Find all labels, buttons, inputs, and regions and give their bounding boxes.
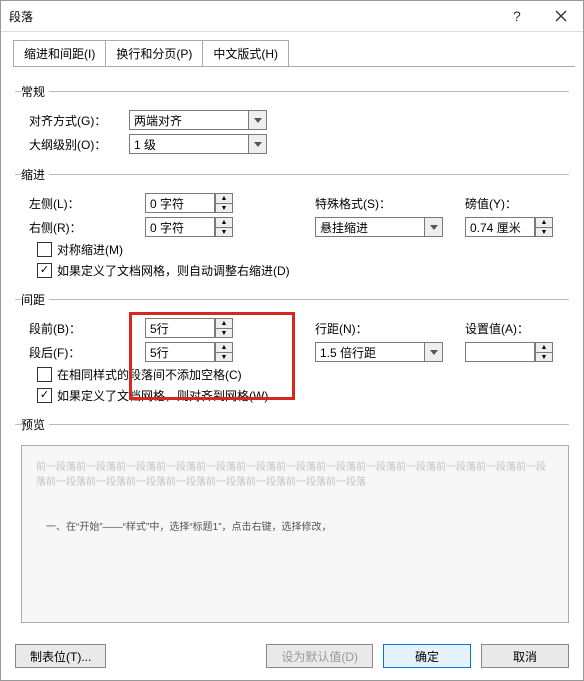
label-mirror-indent: 对称缩进(M) [57, 241, 123, 258]
preview-grey-text: 前一段落前一段落前一段落前一段落前一段落前一段落前一段落前一段落前一段落前一段落… [36, 460, 554, 490]
group-indent: 缩进 左侧(L)： ▲▼ 特殊格式(S)： 磅值(Y)： 右侧(R)： [15, 166, 569, 283]
snap-to-grid-checkbox[interactable]: ✓ [37, 388, 52, 403]
line-spacing-dropdown-icon[interactable] [425, 342, 443, 362]
at-value-spinner[interactable]: ▲▼ [535, 342, 553, 362]
legend-general: 常规 [21, 83, 49, 100]
label-space-before: 段前(B)： [15, 320, 145, 337]
group-general: 常规 对齐方式(G)： 大纲级别(O)： [15, 83, 569, 158]
label-no-space-same-style: 在相同样式的段落间不添加空格(C) [57, 366, 242, 383]
label-line-spacing: 行距(N)： [315, 320, 465, 337]
tabs-button[interactable]: 制表位(T)... [15, 644, 106, 668]
label-special: 特殊格式(S)： [315, 195, 465, 212]
auto-adjust-indent-checkbox[interactable]: ✓ [37, 263, 52, 278]
label-auto-adjust-indent: 如果定义了文档网格，则自动调整右缩进(D) [57, 262, 290, 279]
tab-strip: 缩进和间距(I) 换行和分页(P) 中文版式(H) [13, 40, 575, 67]
label-outline-level: 大纲级别(O)： [15, 136, 129, 153]
legend-spacing: 间距 [21, 291, 49, 308]
no-space-same-style-checkbox[interactable] [37, 367, 52, 382]
space-after-input[interactable] [145, 342, 215, 362]
legend-preview: 预览 [21, 416, 49, 433]
special-indent-combo[interactable] [315, 217, 425, 237]
left-indent-input[interactable] [145, 193, 215, 213]
svg-text:?: ? [513, 9, 521, 23]
special-dropdown-icon[interactable] [425, 217, 443, 237]
label-snap-to-grid: 如果定义了文档网格，则对齐到网格(W) [57, 387, 268, 404]
group-preview: 预览 前一段落前一段落前一段落前一段落前一段落前一段落前一段落前一段落前一段落前… [15, 416, 569, 623]
group-spacing: 间距 段前(B)： ▲▼ 行距(N)： 设置值(A)： 段后(F)： [15, 291, 569, 408]
preview-sample-text: 一、在“开始”——“样式”中，选择“标题1”，点击右键，选择修改， [36, 520, 554, 535]
space-before-spinner[interactable]: ▲▼ [215, 318, 233, 338]
outline-level-combo[interactable] [129, 134, 249, 154]
at-value-input[interactable] [465, 342, 535, 362]
label-by: 磅值(Y)： [465, 195, 569, 212]
label-right-indent: 右侧(R)： [15, 219, 145, 236]
title-bar: 段落 ? [1, 1, 583, 32]
label-left-indent: 左侧(L)： [15, 195, 145, 212]
close-button[interactable] [538, 1, 583, 31]
preview-box: 前一段落前一段落前一段落前一段落前一段落前一段落前一段落前一段落前一段落前一段落… [21, 445, 569, 623]
line-spacing-combo[interactable] [315, 342, 425, 362]
tab-asian-typography[interactable]: 中文版式(H) [202, 40, 289, 66]
mirror-indent-checkbox[interactable] [37, 242, 52, 257]
label-space-after: 段后(F)： [15, 344, 145, 361]
dialog-footer: 制表位(T)... 设为默认值(D) 确定 取消 [1, 632, 583, 680]
alignment-dropdown-icon[interactable] [249, 110, 267, 130]
tab-indent-spacing[interactable]: 缩进和间距(I) [13, 40, 106, 66]
right-indent-spinner[interactable]: ▲▼ [215, 217, 233, 237]
by-value-input[interactable] [465, 217, 535, 237]
set-default-button[interactable]: 设为默认值(D) [266, 644, 373, 668]
window-title: 段落 [1, 8, 493, 25]
label-at: 设置值(A)： [465, 320, 569, 337]
space-after-spinner[interactable]: ▲▼ [215, 342, 233, 362]
ok-button[interactable]: 确定 [383, 644, 471, 668]
by-value-spinner[interactable]: ▲▼ [535, 217, 553, 237]
right-indent-input[interactable] [145, 217, 215, 237]
space-before-input[interactable] [145, 318, 215, 338]
tab-line-page-breaks[interactable]: 换行和分页(P) [105, 40, 203, 66]
dialog-body: 常规 对齐方式(G)： 大纲级别(O)： 缩进 左侧(L)： [1, 67, 583, 632]
help-button[interactable]: ? [493, 1, 538, 31]
cancel-button[interactable]: 取消 [481, 644, 569, 668]
outline-dropdown-icon[interactable] [249, 134, 267, 154]
left-indent-spinner[interactable]: ▲▼ [215, 193, 233, 213]
label-alignment: 对齐方式(G)： [15, 112, 129, 129]
alignment-combo[interactable] [129, 110, 249, 130]
legend-indent: 缩进 [21, 166, 49, 183]
